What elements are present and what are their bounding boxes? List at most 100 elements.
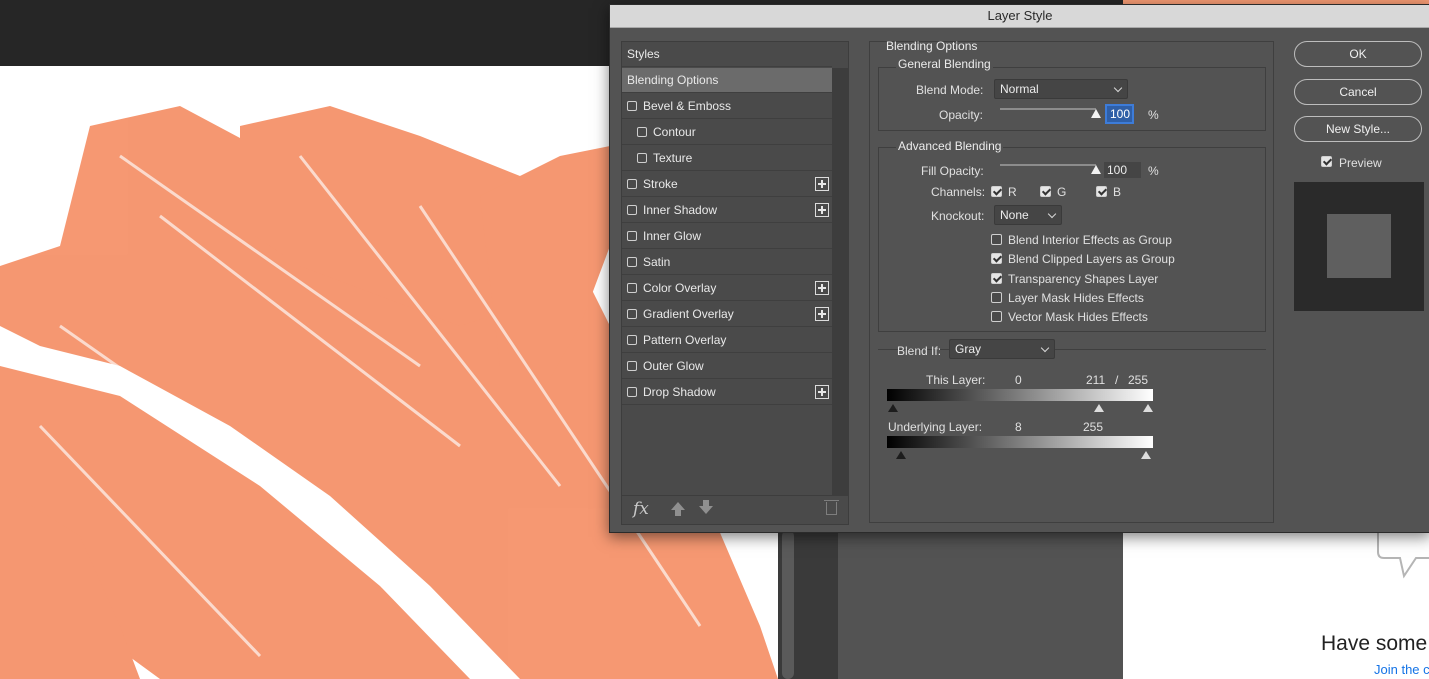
style-item-label: Inner Shadow: [643, 203, 718, 217]
add-effect-plus-icon[interactable]: [815, 385, 829, 399]
preview-checkbox[interactable]: [1321, 156, 1332, 167]
style-item-stroke[interactable]: Stroke: [622, 172, 832, 197]
style-item-gradient-overlay[interactable]: Gradient Overlay: [622, 302, 832, 327]
this-layer-separator: /: [1115, 373, 1119, 387]
new-style-button[interactable]: New Style...: [1294, 116, 1422, 142]
option-checkbox[interactable]: [991, 291, 1002, 303]
style-item-inner-glow[interactable]: Inner Glow: [622, 224, 832, 249]
style-item-checkbox[interactable]: [627, 179, 637, 189]
option-checkbox[interactable]: [991, 253, 1002, 265]
fill-opacity-slider-thumb[interactable]: [1091, 165, 1101, 174]
opacity-input[interactable]: 100: [1105, 104, 1134, 124]
style-item-color-overlay[interactable]: Color Overlay: [622, 276, 832, 301]
this-layer-white-stop-left[interactable]: [1094, 404, 1104, 412]
underlying-black-stop[interactable]: [896, 451, 906, 459]
opacity-slider-track[interactable]: [1000, 108, 1096, 110]
style-item-label: Bevel & Emboss: [643, 99, 732, 113]
channels-label: Channels:: [931, 185, 986, 199]
style-item-pattern-overlay[interactable]: Pattern Overlay: [622, 328, 832, 353]
style-item-label: Drop Shadow: [643, 385, 716, 399]
style-item-label: Contour: [653, 125, 696, 139]
style-item-checkbox[interactable]: [627, 205, 637, 215]
this-layer-white-stop-right[interactable]: [1143, 404, 1153, 412]
style-item-bevel-emboss[interactable]: Bevel & Emboss: [622, 94, 832, 119]
blend-mode-select[interactable]: Normal: [994, 79, 1128, 99]
join-link[interactable]: Join the c: [1374, 662, 1429, 677]
blend-if-select[interactable]: Gray: [949, 339, 1055, 359]
style-item-checkbox[interactable]: [627, 231, 637, 241]
style-item-checkbox[interactable]: [637, 127, 647, 137]
underlying-layer-label: Underlying Layer:: [888, 420, 983, 434]
style-item-label: Color Overlay: [643, 281, 717, 295]
blend-mode-value: Normal: [1000, 82, 1039, 96]
style-item-label: Outer Glow: [643, 359, 704, 373]
this-layer-black-stop[interactable]: [888, 404, 898, 412]
ok-button[interactable]: OK: [1294, 41, 1422, 67]
dialog-title[interactable]: Layer Style: [610, 5, 1429, 28]
trash-icon[interactable]: [824, 500, 839, 515]
style-item-inner-shadow[interactable]: Inner Shadow: [622, 198, 832, 223]
knockout-value: None: [1000, 208, 1029, 222]
style-item-texture[interactable]: Texture: [622, 146, 832, 171]
channel-b-label: B: [1113, 185, 1122, 199]
channel-r-checkbox[interactable]: [991, 186, 1002, 197]
chevron-down-icon: [1047, 209, 1057, 219]
add-effect-plus-icon[interactable]: [815, 177, 829, 191]
channel-b-checkbox[interactable]: [1096, 186, 1107, 197]
this-layer-label: This Layer:: [926, 373, 986, 387]
style-item-checkbox[interactable]: [627, 387, 637, 397]
general-blending-title: General Blending: [896, 57, 993, 71]
option-checkbox[interactable]: [991, 311, 1002, 323]
move-up-icon[interactable]: [671, 502, 685, 516]
fill-opacity-slider-track[interactable]: [1000, 164, 1096, 166]
fx-icon[interactable]: fx: [633, 499, 649, 519]
chevron-down-icon: [1113, 83, 1123, 93]
this-layer-low-value: 0: [1015, 373, 1022, 387]
style-item-checkbox[interactable]: [637, 153, 647, 163]
style-item-outer-glow[interactable]: Outer Glow: [622, 354, 832, 379]
add-effect-plus-icon[interactable]: [815, 203, 829, 217]
cancel-button[interactable]: Cancel: [1294, 79, 1422, 105]
style-item-satin[interactable]: Satin: [622, 250, 832, 275]
style-item-checkbox[interactable]: [627, 257, 637, 267]
channel-g-checkbox[interactable]: [1040, 186, 1051, 197]
knockout-select[interactable]: None: [994, 205, 1062, 225]
style-item-label: Stroke: [643, 177, 678, 191]
option-label: Blend Clipped Layers as Group: [1008, 252, 1175, 267]
style-item-drop-shadow[interactable]: Drop Shadow: [622, 380, 832, 405]
option-label: Vector Mask Hides Effects: [1008, 310, 1148, 325]
style-item-checkbox[interactable]: [627, 101, 637, 111]
add-effect-plus-icon[interactable]: [815, 281, 829, 295]
styles-header-label: Styles: [627, 47, 660, 61]
style-item-checkbox[interactable]: [627, 335, 637, 345]
promo-headline: Have some: [1321, 632, 1428, 655]
option-checkbox[interactable]: [991, 234, 1002, 245]
preview-label: Preview: [1339, 156, 1382, 170]
style-item-blending-options[interactable]: Blending Options: [622, 68, 832, 93]
styles-header: Styles: [622, 42, 832, 67]
style-item-contour[interactable]: Contour: [622, 120, 832, 145]
option-checkbox[interactable]: [991, 272, 1002, 284]
styles-scrollbar[interactable]: [832, 68, 848, 520]
this-layer-high-value-b: 255: [1128, 373, 1149, 387]
opacity-slider-thumb[interactable]: [1091, 109, 1101, 118]
style-item-checkbox[interactable]: [627, 309, 637, 319]
style-item-label: Texture: [653, 151, 693, 165]
this-layer-high-value-a: 211: [1086, 373, 1106, 387]
option-label: Layer Mask Hides Effects: [1008, 290, 1144, 305]
fill-opacity-input[interactable]: 100: [1104, 162, 1141, 178]
panel-scrollbar[interactable]: [782, 530, 794, 679]
background-panel: [838, 530, 1123, 679]
style-item-checkbox[interactable]: [627, 361, 637, 371]
chat-bubble-icon: [1377, 530, 1429, 579]
styles-list: Styles Blending Options Bevel & Emboss Con…: [621, 41, 849, 525]
add-effect-plus-icon[interactable]: [815, 307, 829, 321]
style-item-label: Satin: [643, 255, 671, 269]
layer-style-dialog: Layer Style Styles Blending Options Bevel…: [609, 4, 1429, 533]
option-label: Blend Interior Effects as Group: [1008, 233, 1172, 247]
style-item-checkbox[interactable]: [627, 283, 637, 293]
underlying-white-stop[interactable]: [1141, 451, 1151, 459]
opacity-label: Opacity:: [939, 108, 984, 122]
styles-footer: fx: [622, 495, 848, 524]
knockout-label: Knockout:: [931, 209, 985, 223]
